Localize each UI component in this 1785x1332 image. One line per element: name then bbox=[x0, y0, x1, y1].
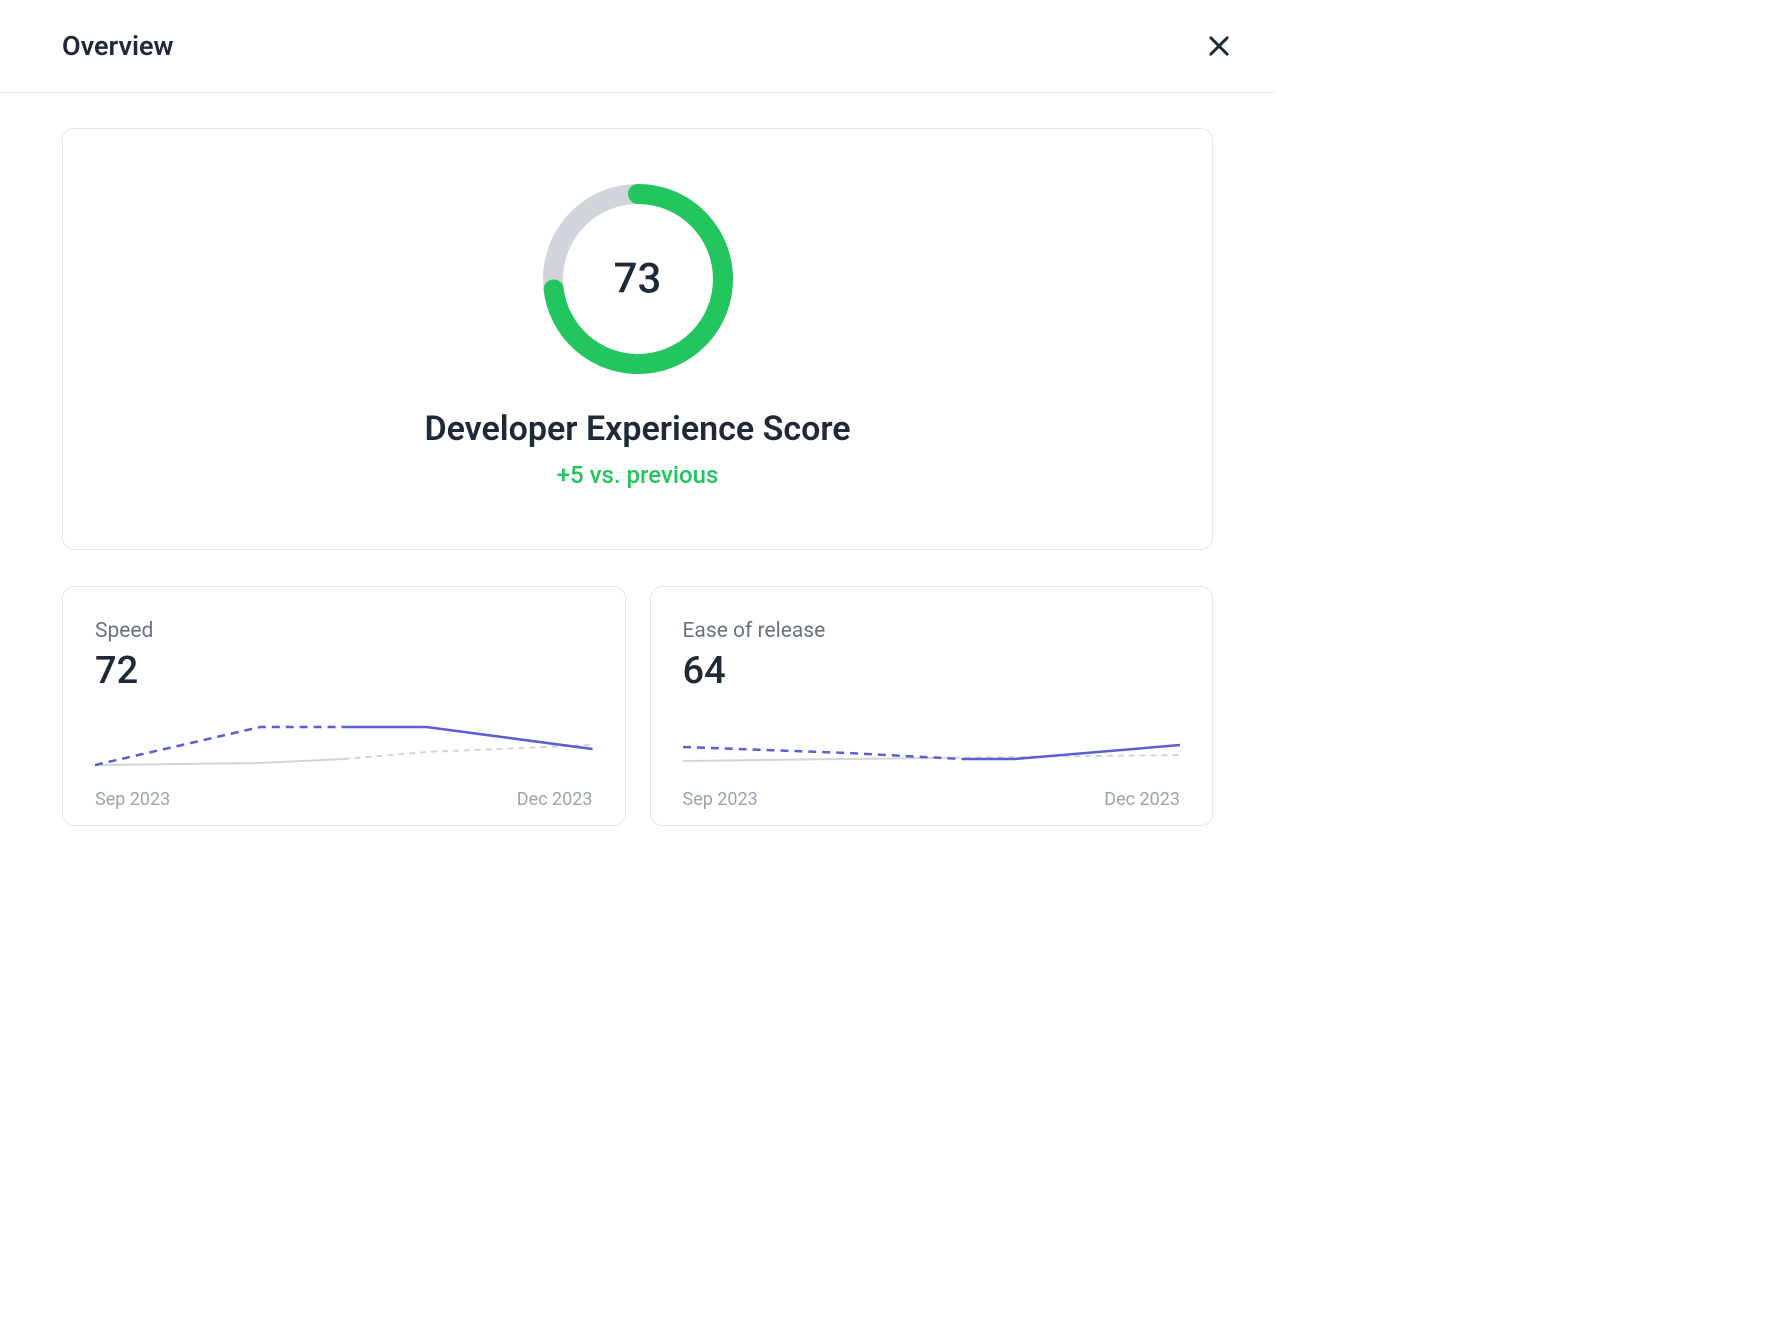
x-label-end: Dec 2023 bbox=[1104, 789, 1180, 810]
metric-label: Ease of release bbox=[683, 619, 1181, 643]
dx-score-card: 73 Developer Experience Score +5 vs. pre… bbox=[62, 128, 1213, 550]
close-icon bbox=[1205, 32, 1233, 60]
metric-value: 72 bbox=[95, 649, 593, 693]
metrics-row: Speed 72 Sep 2023 Dec 2023 Ease of relea… bbox=[62, 586, 1213, 826]
sparkline-chart: Sep 2023 Dec 2023 bbox=[95, 717, 593, 797]
sparkline-chart: Sep 2023 Dec 2023 bbox=[683, 717, 1181, 797]
score-change-badge: +5 vs. previous bbox=[557, 461, 719, 489]
metric-value: 64 bbox=[683, 649, 1181, 693]
x-label-end: Dec 2023 bbox=[517, 789, 593, 810]
x-label-start: Sep 2023 bbox=[95, 789, 170, 810]
metric-card-ease-of-release: Ease of release 64 Sep 2023 Dec 2023 bbox=[650, 586, 1214, 826]
metric-label: Speed bbox=[95, 619, 593, 643]
x-label-start: Sep 2023 bbox=[683, 789, 758, 810]
content-area: 73 Developer Experience Score +5 vs. pre… bbox=[0, 93, 1275, 861]
gauge-chart: 73 bbox=[538, 179, 738, 379]
score-title: Developer Experience Score bbox=[424, 409, 850, 449]
sparkline-x-labels: Sep 2023 Dec 2023 bbox=[683, 789, 1181, 810]
page-title: Overview bbox=[62, 30, 173, 62]
gauge-value: 73 bbox=[614, 255, 662, 304]
metric-card-speed: Speed 72 Sep 2023 Dec 2023 bbox=[62, 586, 626, 826]
close-button[interactable] bbox=[1201, 28, 1237, 64]
modal-header: Overview bbox=[0, 0, 1275, 93]
sparkline-x-labels: Sep 2023 Dec 2023 bbox=[95, 789, 593, 810]
